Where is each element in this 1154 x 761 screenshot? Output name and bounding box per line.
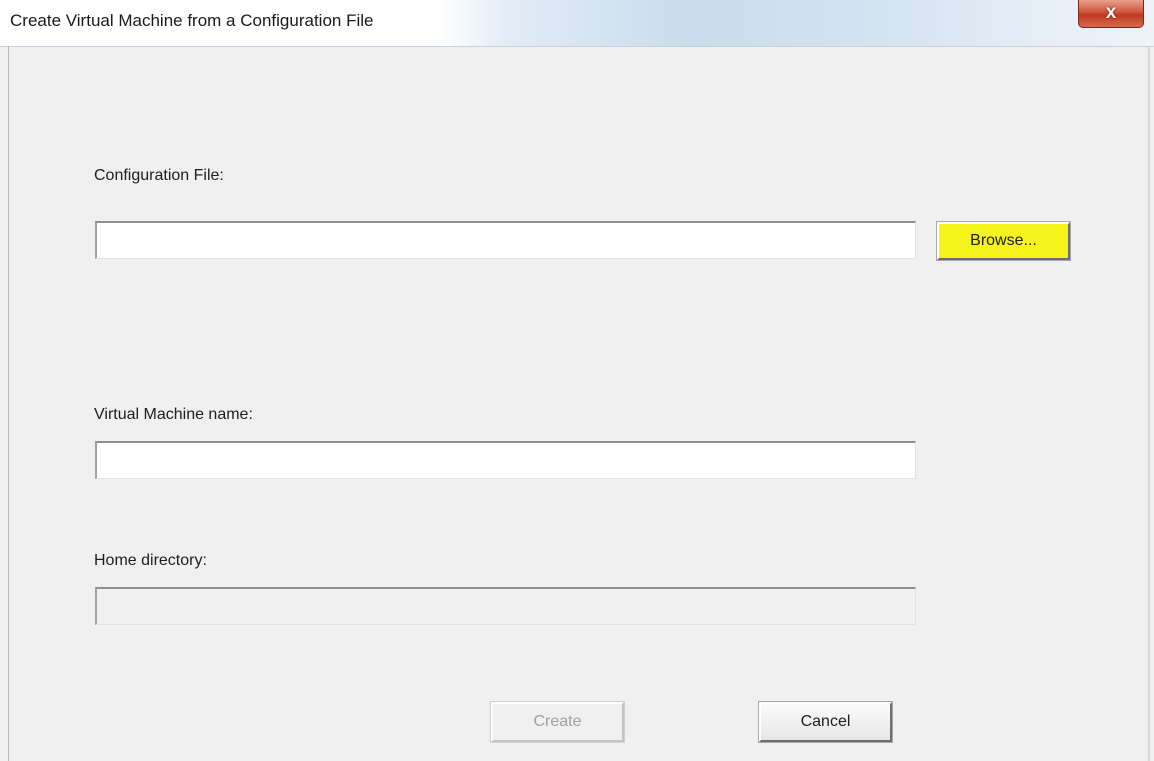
browse-button[interactable]: Browse... [936,221,1071,261]
home-directory-label: Home directory: [94,552,207,569]
configuration-file-label: Configuration File: [94,167,224,184]
window-title: Create Virtual Machine from a Configurat… [10,11,374,30]
create-vm-dialog: Create Virtual Machine from a Configurat… [0,0,1154,761]
close-icon: x [1105,2,1117,23]
home-directory-input [95,587,916,625]
left-frame-edge [8,46,9,761]
close-button[interactable]: x [1078,0,1144,28]
vm-name-input[interactable] [95,441,916,479]
vm-name-label: Virtual Machine name: [94,406,253,423]
title-bar: Create Virtual Machine from a Configurat… [0,0,1154,47]
right-frame-edge [1148,46,1150,761]
cancel-button[interactable]: Cancel [758,701,893,743]
configuration-file-input[interactable] [95,221,916,259]
create-button: Create [490,701,625,743]
